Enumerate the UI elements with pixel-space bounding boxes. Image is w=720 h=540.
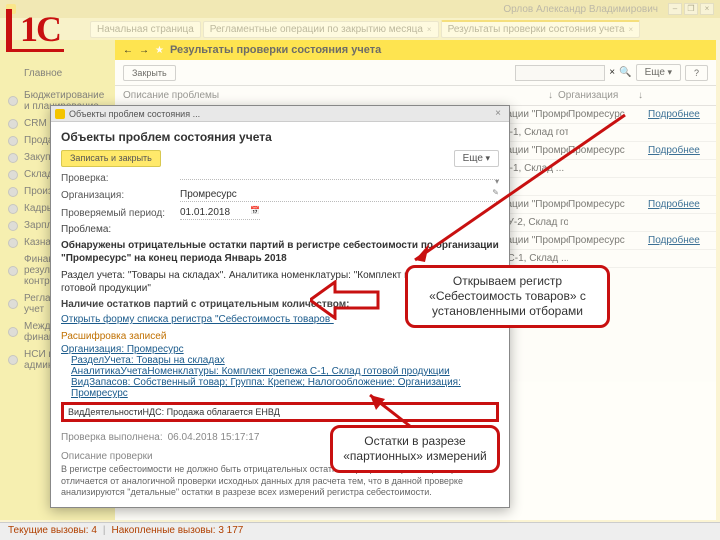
minimize-button[interactable]: – (668, 3, 682, 15)
dialog-title: Объекты проблем состояния ... (69, 109, 200, 119)
callout-open-register: Открываем регистр «Себестоимость товаров… (405, 265, 610, 328)
page-title: Результаты проверки состояния учета (170, 44, 381, 56)
star-icon[interactable]: ★ (155, 45, 164, 56)
callout-balances: Остатки в разрезе «партионных» измерений (330, 425, 500, 473)
table-header: Описание проблемы ↓ Организация ↓ (115, 86, 716, 106)
detail-org[interactable]: Организация: Промресурс (61, 344, 499, 355)
close-button[interactable]: × (700, 3, 714, 15)
arrow-to-link (395, 110, 635, 270)
detail-line[interactable]: АналитикаУчетаНоменклатуры: Комплект кре… (71, 366, 499, 377)
help-button[interactable]: ? (685, 65, 708, 81)
tab-results[interactable]: Результаты проверки состояния учета× (441, 20, 641, 38)
maximize-button[interactable]: ❐ (684, 3, 698, 15)
toolbar: Закрыть × 🔍 Еще ▾ ? (115, 60, 716, 86)
col-problem[interactable]: Описание проблемы (123, 90, 548, 101)
user-name: Орлов Александр Владимирович (503, 4, 658, 15)
logo-1c (6, 8, 64, 50)
close-icon[interactable]: × (629, 25, 634, 34)
forward-icon[interactable]: → (139, 45, 149, 56)
more-button[interactable]: Еще ▾ (636, 64, 681, 81)
status-bar: Текущие вызовы: 4 | Накопленные вызовы: … (0, 522, 720, 540)
block-arrow-left (310, 280, 380, 320)
close-btn[interactable]: Закрыть (123, 65, 176, 81)
status-current: Текущие вызовы: 4 (8, 525, 97, 538)
col-org[interactable]: Организация (558, 90, 638, 101)
checked-date: 06.04.2018 15:17:17 (168, 432, 260, 443)
tab-operations[interactable]: Регламентные операции по закрытию месяца… (203, 21, 439, 38)
dialog-icon (55, 109, 65, 119)
search-icon[interactable]: × (609, 67, 615, 78)
close-icon[interactable]: × (427, 25, 432, 34)
back-icon[interactable]: ← (123, 45, 133, 56)
page-header: ← → ★ Результаты проверки состояния учет… (115, 40, 716, 60)
sidebar-header: Главное (6, 68, 109, 79)
save-close-button[interactable]: Записать и закрыть (61, 150, 161, 167)
period-field[interactable]: 01.01.2018📅 (180, 206, 260, 220)
tab-home[interactable]: Начальная страница (90, 21, 201, 38)
window-titlebar: Орлов Александр Владимирович – ❐ × (0, 0, 720, 18)
tab-bar: Начальная страница Регламентные операции… (0, 18, 720, 40)
search-go-icon[interactable]: 🔍 (619, 67, 631, 78)
search-input[interactable] (515, 65, 605, 81)
details-header: Расшифровка записей (61, 331, 499, 342)
status-total: Накопленные вызовы: 3 177 (112, 525, 244, 538)
detail-line[interactable]: РазделУчета: Товары на складах (71, 355, 499, 366)
